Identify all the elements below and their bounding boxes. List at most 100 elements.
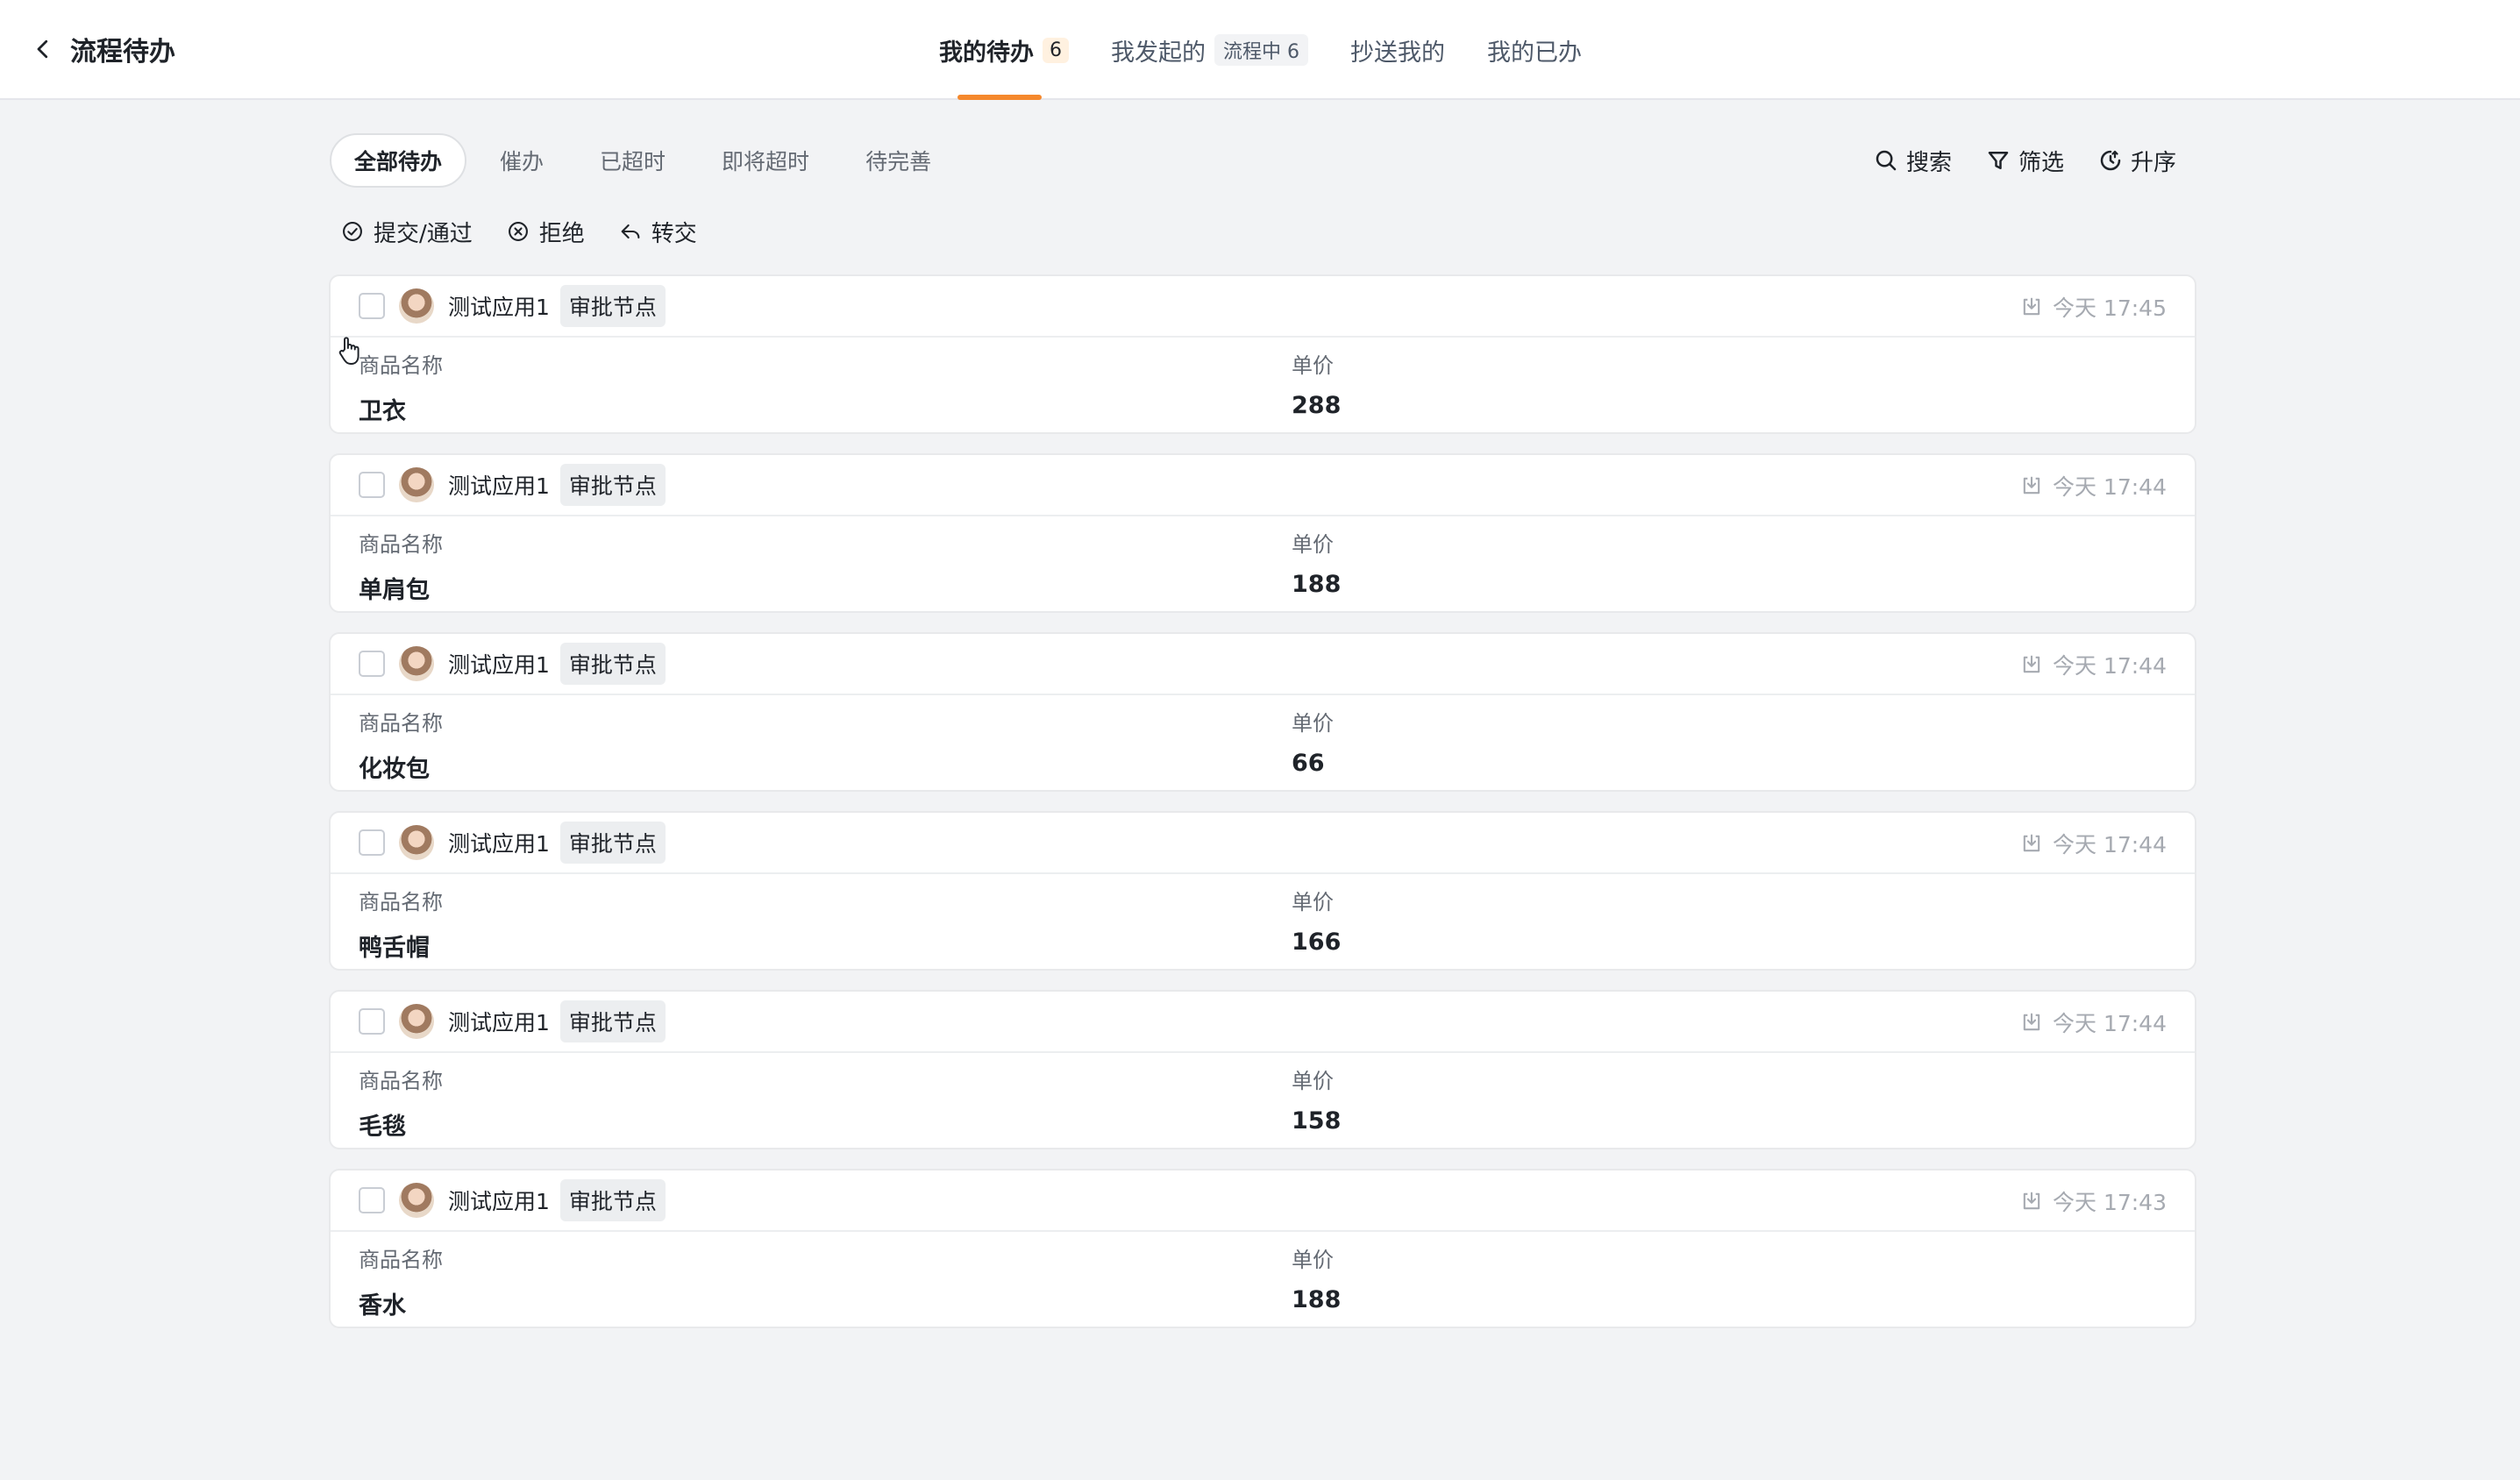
select-checkbox[interactable] [359, 651, 385, 677]
field-label: 单价 [1292, 1069, 1334, 1093]
batch-actions: 提交/通过 拒绝 转交 [340, 214, 730, 249]
sort-label: 升序 [2130, 149, 2176, 176]
field-label: 单价 [1292, 890, 1334, 914]
inbox-download-icon [2023, 297, 2040, 316]
node-tag: 审批节点 [559, 1000, 666, 1042]
submit-approve-button[interactable]: 提交/通过 [340, 216, 473, 248]
product-name-value: 单肩包 [359, 577, 430, 604]
tab-label: 抄送我的 [1350, 39, 1445, 67]
back-button[interactable]: 流程待办 [30, 28, 175, 70]
filter-button[interactable]: 筛选 [1985, 145, 2064, 177]
tab-label: 我的待办 [939, 39, 1034, 67]
hand-cursor-icon [338, 337, 359, 365]
node-tag: 审批节点 [559, 643, 666, 685]
card-header: 测试应用1 审批节点 今天 17:44 [331, 634, 2195, 695]
inbox-download-icon [2023, 834, 2040, 852]
time-text: 今天 17:45 [2053, 295, 2167, 321]
app-name: 测试应用1 [448, 831, 550, 857]
todo-card[interactable]: 测试应用1 审批节点 今天 17:43 商品名称 香水 单价 188 [329, 1169, 2196, 1328]
inbox-download-icon [2023, 655, 2040, 673]
todo-card[interactable]: 测试应用1 审批节点 今天 17:44 商品名称 单肩包 单价 188 [329, 453, 2196, 613]
time-text: 今天 17:44 [2053, 832, 2167, 857]
product-name-value: 化妆包 [359, 756, 430, 783]
filter-chips: 全部待办 催办 已超时 即将超时 待完善 [330, 132, 965, 189]
app-name: 测试应用1 [448, 1010, 550, 1035]
inbox-download-icon [2023, 1192, 2040, 1210]
todo-count-badge: 6 [1043, 37, 1069, 63]
time-text: 今天 17:44 [2053, 653, 2167, 679]
price-field: 单价 158 [1292, 1065, 1341, 1135]
time-text: 今天 17:44 [2053, 474, 2167, 500]
node-tag: 审批节点 [559, 822, 666, 864]
product-name-value: 鸭舌帽 [359, 935, 430, 962]
received-time: 今天 17:43 [2019, 1170, 2167, 1232]
todo-card[interactable]: 测试应用1 审批节点 今天 17:45 商品名称 卫衣 单价 288 [329, 274, 2196, 434]
search-button[interactable]: 搜索 [1873, 145, 1952, 177]
todo-card[interactable]: 测试应用1 审批节点 今天 17:44 商品名称 鸭舌帽 单价 166 [329, 811, 2196, 971]
chip-due-soon[interactable]: 即将超时 [699, 133, 832, 188]
toolbar: 搜索 筛选 升序 [1840, 140, 2176, 181]
chip-overdue[interactable]: 已超时 [577, 133, 688, 188]
card-body: 商品名称 鸭舌帽 单价 166 [331, 874, 2195, 969]
submit-approve-label: 提交/通过 [374, 220, 473, 247]
funnel-icon [1988, 152, 2009, 169]
inbox-download-icon [2023, 476, 2040, 495]
select-checkbox[interactable] [359, 1187, 385, 1213]
transfer-button[interactable]: 转交 [618, 216, 697, 248]
select-checkbox[interactable] [359, 472, 385, 498]
in-progress-badge: 流程中 6 [1214, 34, 1308, 66]
tab-cc-me[interactable]: 抄送我的 [1350, 0, 1445, 100]
chip-all-todo[interactable]: 全部待办 [330, 133, 467, 188]
product-name-value: 毛毯 [359, 1114, 406, 1141]
product-name-value: 香水 [359, 1292, 406, 1320]
product-name-field: 商品名称 香水 [359, 1244, 443, 1320]
search-label: 搜索 [1905, 149, 1952, 176]
todo-card[interactable]: 测试应用1 审批节点 今天 17:44 商品名称 化妆包 单价 66 [329, 632, 2196, 792]
price-value: 158 [1292, 1107, 1342, 1135]
chip-to-complete[interactable]: 待完善 [843, 133, 954, 188]
todo-list: 测试应用1 审批节点 今天 17:45 商品名称 卫衣 单价 288 测试应用1… [329, 274, 2196, 1348]
tab-bar: 我的待办 6 我发起的 流程中 6 抄送我的 我的已办 [939, 0, 1624, 100]
card-body: 商品名称 单肩包 单价 188 [331, 516, 2195, 611]
app-name: 测试应用1 [448, 652, 550, 678]
close-circle-icon [508, 222, 528, 241]
select-checkbox[interactable] [359, 1008, 385, 1035]
field-label: 商品名称 [359, 532, 443, 557]
field-label: 商品名称 [359, 1069, 443, 1093]
app-name: 测试应用1 [448, 1189, 550, 1214]
select-checkbox[interactable] [359, 829, 385, 856]
field-label: 单价 [1292, 711, 1334, 736]
tab-done[interactable]: 我的已办 [1487, 0, 1582, 100]
tab-my-todo[interactable]: 我的待办 6 [939, 0, 1069, 100]
todo-card[interactable]: 测试应用1 审批节点 今天 17:44 商品名称 毛毯 单价 158 [329, 990, 2196, 1149]
product-name-field: 商品名称 毛毯 [359, 1065, 443, 1142]
field-label: 商品名称 [359, 1248, 443, 1272]
top-header: 流程待办 我的待办 6 我发起的 流程中 6 抄送我的 我的已办 [0, 0, 2520, 100]
product-name-value: 卫衣 [359, 398, 406, 425]
price-field: 单价 288 [1292, 350, 1341, 419]
select-checkbox[interactable] [359, 293, 385, 319]
field-label: 单价 [1292, 1248, 1334, 1272]
tab-initiated[interactable]: 我发起的 流程中 6 [1111, 0, 1308, 100]
received-time: 今天 17:44 [2019, 634, 2167, 695]
node-tag: 审批节点 [559, 285, 666, 327]
chip-urged[interactable]: 催办 [477, 133, 566, 188]
reject-button[interactable]: 拒绝 [506, 216, 585, 248]
avatar [399, 1004, 434, 1039]
price-field: 单价 188 [1292, 529, 1341, 598]
inbox-download-icon [2023, 1013, 2040, 1031]
price-value: 166 [1292, 929, 1342, 956]
filter-label: 筛选 [2018, 149, 2064, 176]
received-time: 今天 17:45 [2019, 276, 2167, 338]
field-label: 单价 [1292, 532, 1334, 557]
field-label: 商品名称 [359, 711, 443, 736]
card-header: 测试应用1 审批节点 今天 17:43 [331, 1170, 2195, 1232]
price-value: 188 [1292, 571, 1342, 598]
received-time: 今天 17:44 [2019, 455, 2167, 516]
card-body: 商品名称 卫衣 单价 288 [331, 338, 2195, 432]
price-field: 单价 166 [1292, 886, 1341, 956]
avatar [399, 825, 434, 860]
avatar [399, 288, 434, 324]
app-name: 测试应用1 [448, 473, 550, 499]
sort-button[interactable]: 升序 [2097, 145, 2176, 177]
